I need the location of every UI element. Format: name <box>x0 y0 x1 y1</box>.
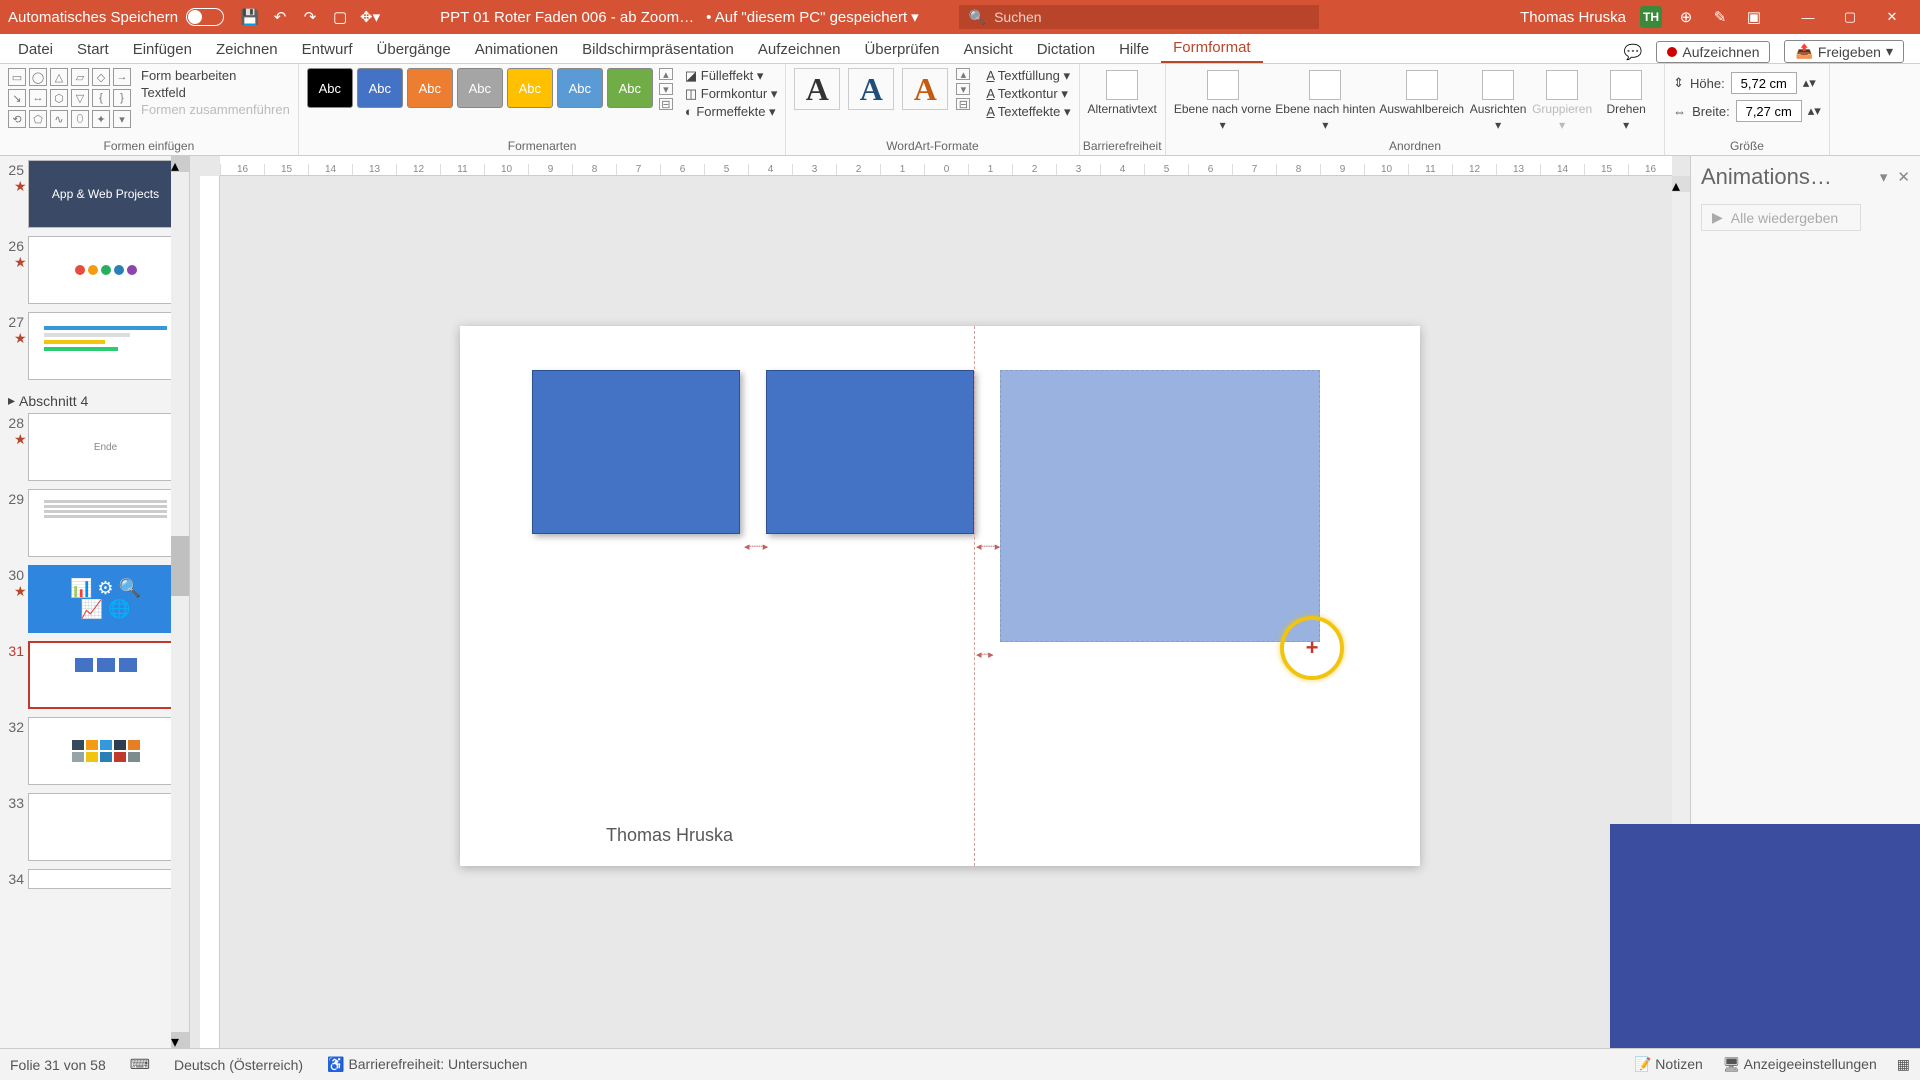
comments-icon[interactable]: 💬 <box>1624 43 1643 61</box>
window-icon[interactable]: ▣ <box>1744 7 1764 27</box>
smart-guide <box>974 326 975 866</box>
webcam-overlay <box>1610 824 1920 1048</box>
redo-icon[interactable]: ↷ <box>300 7 320 27</box>
normal-view-icon[interactable]: ▦ <box>1897 1056 1910 1073</box>
width-icon: ⇔ <box>1673 104 1686 119</box>
menu-bar: Datei Start Einfügen Zeichnen Entwurf Üb… <box>0 34 1920 64</box>
tab-datei[interactable]: Datei <box>6 36 65 63</box>
slide-thumbnails: 25★App & Web Projects 26★ 27★ ▸Abschnitt… <box>0 156 190 1048</box>
user-avatar[interactable]: TH <box>1640 6 1662 28</box>
slide-counter[interactable]: Folie 31 von 58 <box>10 1057 106 1073</box>
document-title: PPT 01 Roter Faden 006 - ab Zoom… <box>440 9 694 26</box>
sync-icon[interactable]: ⊕ <box>1676 7 1696 27</box>
tab-ansicht[interactable]: Ansicht <box>952 36 1025 63</box>
slide-editor[interactable]: 1615141312111098765432101234567891011121… <box>190 156 1690 1048</box>
status-bar: Folie 31 von 58 ⌨ Deutsch (Österreich) ♿… <box>0 1048 1920 1080</box>
author-name: Thomas Hruska <box>606 825 733 846</box>
tab-animationen[interactable]: Animationen <box>463 36 570 63</box>
shape-outline-button[interactable]: ◫ Formkontur ▾ <box>685 86 778 102</box>
tab-hilfe[interactable]: Hilfe <box>1107 36 1161 63</box>
undo-icon[interactable]: ↶ <box>270 7 290 27</box>
thumb-32[interactable]: 32 <box>6 717 183 785</box>
tab-formformat[interactable]: Formformat <box>1161 34 1263 63</box>
shape-rect-drawing[interactable] <box>1000 370 1320 642</box>
autosave-toggle[interactable] <box>186 8 224 26</box>
search-icon: 🔍 <box>969 9 986 26</box>
location-chevron-icon[interactable]: ▾ <box>911 8 919 26</box>
play-all-button: ▶Alle wiedergeben <box>1701 204 1861 231</box>
thumb-34[interactable]: 34 <box>6 869 183 889</box>
height-input[interactable] <box>1731 72 1797 94</box>
thumb-28[interactable]: 28★Ende <box>6 413 183 481</box>
thumb-29[interactable]: 29 <box>6 489 183 557</box>
tab-ueberpruefen[interactable]: Überprüfen <box>852 36 951 63</box>
tab-entwurf[interactable]: Entwurf <box>290 36 365 63</box>
close-button[interactable]: ✕ <box>1872 8 1912 26</box>
save-icon[interactable]: 💾 <box>240 7 260 27</box>
share-button[interactable]: 📤Freigeben▾ <box>1784 40 1904 63</box>
touch-icon[interactable]: ✥▾ <box>360 7 380 27</box>
alt-text-button[interactable]: Alternativtext <box>1088 68 1157 116</box>
thumb-25[interactable]: 25★App & Web Projects <box>6 160 183 228</box>
tab-einfuegen[interactable]: Einfügen <box>121 36 204 63</box>
thumb-31[interactable]: 31 <box>6 641 183 709</box>
record-button[interactable]: Aufzeichnen <box>1656 41 1770 63</box>
text-outline-button[interactable]: A Textkontur ▾ <box>986 86 1070 102</box>
language-status[interactable]: Deutsch (Österreich) <box>174 1057 303 1073</box>
maximize-button[interactable]: ▢ <box>1830 8 1870 26</box>
wordart-gallery[interactable]: A A A ▴▾⊟ A Textfüllung ▾ A Textkontur ▾… <box>794 68 1070 120</box>
vertical-ruler <box>200 176 220 1048</box>
tab-bildschirm[interactable]: Bildschirmpräsentation <box>570 36 746 63</box>
shape-gallery[interactable]: ▭◯△▱◇→ ↘↔⬡▽{} ⟲⬠∿⬯✦▾ <box>8 68 131 128</box>
edit-shape-button[interactable]: Form bearbeiten <box>141 68 290 83</box>
thumb-27[interactable]: 27★ <box>6 312 183 380</box>
tab-zeichnen[interactable]: Zeichnen <box>204 36 290 63</box>
tab-aufzeichnen[interactable]: Aufzeichnen <box>746 36 853 63</box>
shape-effects-button[interactable]: ◐ Formeffekte ▾ <box>685 104 778 120</box>
spellcheck-icon[interactable]: ⌨ <box>130 1056 150 1073</box>
thumb-30[interactable]: 30★📊 ⚙ 🔍📈 🌐 <box>6 565 183 633</box>
ink-icon[interactable]: ✎ <box>1710 7 1730 27</box>
title-bar: Automatisches Speichern 💾 ↶ ↷ ▢ ✥▾ PPT 0… <box>0 0 1920 34</box>
slide-canvas[interactable]: ◂┄┄▸ ◂┄┄▸ ◂┄▸ Thomas Hruska <box>460 326 1420 866</box>
record-dot-icon <box>1667 47 1677 57</box>
thumb-scrollbar[interactable]: ▴▾ <box>171 156 189 1048</box>
display-settings-button[interactable]: 🖥 Anzeigeeinstellungen <box>1723 1056 1877 1073</box>
thumb-26[interactable]: 26★ <box>6 236 183 304</box>
thumb-33[interactable]: 33 <box>6 793 183 861</box>
autosave-label: Automatisches Speichern <box>8 9 178 26</box>
shape-rect-1[interactable] <box>532 370 740 534</box>
minimize-button[interactable]: — <box>1788 8 1828 26</box>
pane-title: Animations… <box>1701 164 1832 190</box>
height-icon: ⇕ <box>1673 75 1684 91</box>
text-effects-button[interactable]: A Texteffekte ▾ <box>986 104 1070 120</box>
accessibility-status[interactable]: ♿ Barrierefreiheit: Untersuchen <box>327 1056 527 1073</box>
text-fill-button[interactable]: A Textfüllung ▾ <box>986 68 1070 84</box>
present-icon[interactable]: ▢ <box>330 7 350 27</box>
horizontal-ruler: 1615141312111098765432101234567891011121… <box>220 156 1672 176</box>
pane-chevron-icon[interactable]: ▾ <box>1880 168 1888 186</box>
shape-style-gallery[interactable]: Abc Abc Abc Abc Abc Abc Abc ▴▾⊟ ◪ Füllef… <box>307 68 778 120</box>
share-icon: 📤 <box>1795 43 1812 60</box>
tab-start[interactable]: Start <box>65 36 121 63</box>
tab-dictation[interactable]: Dictation <box>1025 36 1107 63</box>
width-input[interactable] <box>1736 100 1802 122</box>
section-header[interactable]: ▸Abschnitt 4 <box>6 388 183 413</box>
shape-fill-button[interactable]: ◪ Fülleffekt ▾ <box>685 68 778 84</box>
merge-shapes-button: Formen zusammenführen <box>141 102 290 117</box>
notes-button[interactable]: 📝 Notizen <box>1634 1056 1703 1073</box>
search-input[interactable]: 🔍 Suchen <box>959 5 1319 29</box>
textfield-button[interactable]: Textfeld <box>141 85 290 100</box>
tab-uebergaenge[interactable]: Übergänge <box>365 36 463 63</box>
shape-rect-2[interactable] <box>766 370 974 534</box>
ribbon: ▭◯△▱◇→ ↘↔⬡▽{} ⟲⬠∿⬯✦▾ Form bearbeiten Tex… <box>0 64 1920 156</box>
user-name[interactable]: Thomas Hruska <box>1520 9 1626 26</box>
save-location: • Auf "diesem PC" gespeichert <box>706 9 907 26</box>
cursor-highlight-icon <box>1280 616 1344 680</box>
pane-close-icon[interactable]: ✕ <box>1897 168 1910 186</box>
